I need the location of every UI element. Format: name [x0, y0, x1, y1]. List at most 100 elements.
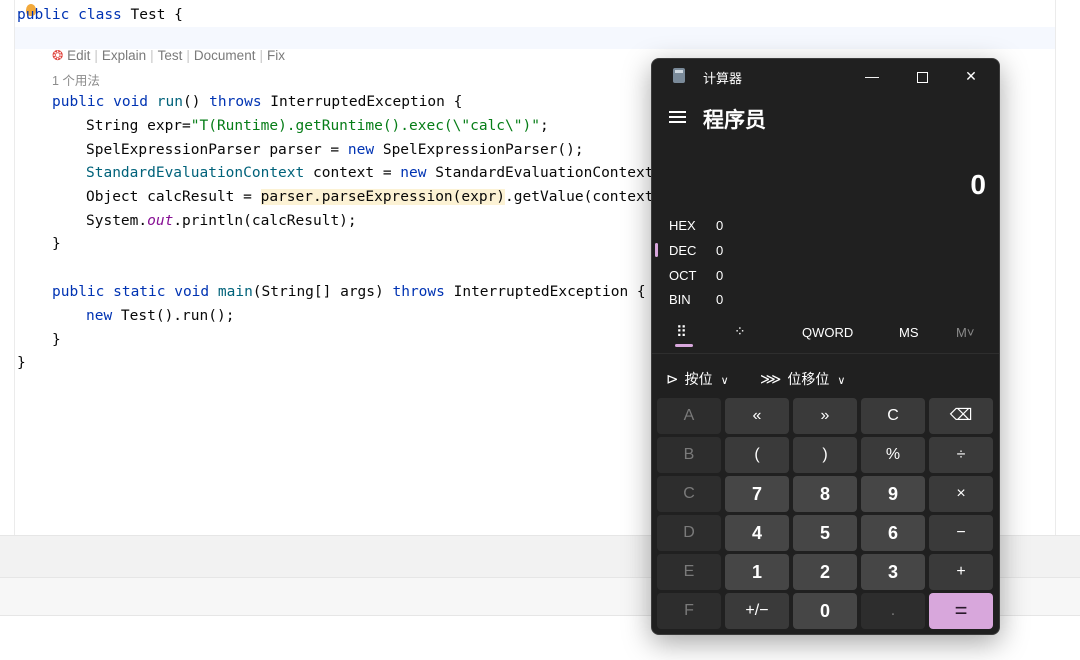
key-5[interactable]: 5: [793, 515, 857, 551]
code-text: SpelExpressionParser parser =: [86, 142, 348, 158]
key-hex-b[interactable]: B: [657, 437, 721, 473]
key-divide[interactable]: ÷: [929, 437, 993, 473]
code-line-close-class[interactable]: }: [17, 353, 26, 373]
code-text: Test().run();: [112, 308, 235, 324]
bitwise-dropdown[interactable]: ⊳ 按位 ∨: [666, 369, 729, 389]
radix-dec-label[interactable]: DEC: [669, 243, 696, 258]
radix-dec-value: 0: [716, 243, 724, 258]
type-name: StandardEvaluationContext: [86, 165, 305, 181]
bit-toggle-keypad-icon[interactable]: ⁘: [734, 323, 746, 340]
bitshift-dropdown[interactable]: ⋙ 位移位 ∨: [760, 369, 845, 389]
key-hex-d[interactable]: D: [657, 515, 721, 551]
chevron-down-icon: ∨: [837, 375, 846, 387]
active-radix-indicator: [655, 243, 658, 257]
key-2[interactable]: 2: [793, 554, 857, 590]
key-add[interactable]: +: [929, 554, 993, 590]
key-equals[interactable]: =: [929, 593, 993, 629]
hint-test[interactable]: Test: [158, 48, 183, 63]
code-text: SpelExpressionParser();: [374, 142, 584, 158]
key-hex-c[interactable]: C: [657, 476, 721, 512]
string-literal: "T(Runtime).getRuntime().exec(\"calc\")": [190, 118, 540, 134]
key-close-paren[interactable]: ): [793, 437, 857, 473]
code-line-parser[interactable]: SpelExpressionParser parser = new SpelEx…: [86, 140, 584, 160]
code-line-class-decl[interactable]: public class Test {: [17, 5, 183, 25]
code-line-expr[interactable]: String expr="T(Runtime).getRuntime().exe…: [86, 116, 549, 136]
keyword-new: new: [86, 308, 113, 324]
key-clear[interactable]: C: [861, 398, 925, 434]
radix-hex-value: 0: [716, 218, 724, 233]
code-text: context =: [304, 165, 401, 181]
hamburger-menu-icon[interactable]: [669, 111, 686, 123]
key-1[interactable]: 1: [725, 554, 789, 590]
code-line-run-signature[interactable]: public void run() throws InterruptedExce…: [52, 92, 462, 112]
hint-fix[interactable]: Fix: [267, 48, 285, 63]
maximize-icon: [916, 71, 928, 83]
key-open-paren[interactable]: (: [725, 437, 789, 473]
code-text: .getValue(context: [505, 189, 654, 205]
radix-bin-value: 0: [716, 292, 724, 307]
close-button[interactable]: ✕: [948, 61, 994, 91]
radix-bin-label[interactable]: BIN: [669, 292, 691, 307]
hint-explain[interactable]: Explain: [102, 48, 146, 63]
code-text: .println(calcResult);: [173, 213, 357, 229]
highlighted-expression: parser.parseExpression(expr): [260, 189, 506, 205]
calculator-display: 0: [970, 169, 986, 200]
memory-store-button[interactable]: MS: [899, 325, 919, 340]
keyword-throws: throws: [392, 284, 445, 300]
word-size-button[interactable]: QWORD: [802, 325, 853, 340]
hint-separator: |: [259, 48, 263, 63]
calculator-window[interactable]: 计算器 — ✕ 程序员 0 HEX 0 DEC 0 OCT 0 BIN 0 ⠿ …: [651, 58, 1000, 635]
code-text: StandardEvaluationContext: [426, 165, 654, 181]
code-line-context[interactable]: StandardEvaluationContext context = new …: [86, 163, 653, 183]
divider: [652, 353, 999, 354]
key-subtract[interactable]: −: [929, 515, 993, 551]
key-8[interactable]: 8: [793, 476, 857, 512]
full-keypad-icon[interactable]: ⠿: [676, 323, 687, 341]
static-field: out: [147, 213, 174, 229]
key-0[interactable]: 0: [793, 593, 857, 629]
ai-assistant-icon: ❂: [52, 48, 68, 63]
key-shift-right[interactable]: »: [793, 398, 857, 434]
calculator-app-icon: [673, 68, 685, 83]
radix-oct-label[interactable]: OCT: [669, 268, 696, 283]
keyword-class: class: [78, 7, 122, 23]
code-line-print[interactable]: System.out.println(calcResult);: [86, 211, 357, 231]
hint-separator: |: [186, 48, 190, 63]
chevron-down-icon: ∨: [720, 375, 729, 387]
calculator-titlebar[interactable]: 计算器 — ✕: [652, 59, 999, 93]
maximize-button[interactable]: [899, 61, 945, 91]
gutter-divider: [14, 0, 15, 535]
selected-tab-indicator: [675, 344, 693, 347]
code-line-close-main[interactable]: }: [52, 330, 61, 350]
key-negate[interactable]: +/−: [725, 593, 789, 629]
key-3[interactable]: 3: [861, 554, 925, 590]
code-line-new-test[interactable]: new Test().run();: [86, 306, 234, 326]
minimize-button[interactable]: —: [849, 61, 895, 91]
code-text: String expr=: [86, 118, 191, 134]
memory-view-button[interactable]: M˅: [956, 325, 974, 340]
key-backspace[interactable]: ⌫: [929, 398, 993, 434]
key-multiply[interactable]: ×: [929, 476, 993, 512]
key-hex-e[interactable]: E: [657, 554, 721, 590]
code-line-result[interactable]: Object calcResult = parser.parseExpressi…: [86, 187, 653, 207]
keyword-public: public: [17, 7, 70, 23]
hint-separator: |: [150, 48, 154, 63]
key-hex-f[interactable]: F: [657, 593, 721, 629]
code-line-close-run[interactable]: }: [52, 234, 61, 254]
key-shift-left[interactable]: «: [725, 398, 789, 434]
key-9[interactable]: 9: [861, 476, 925, 512]
key-4[interactable]: 4: [725, 515, 789, 551]
usages-hint[interactable]: 1 个用法: [52, 70, 100, 89]
key-7[interactable]: 7: [725, 476, 789, 512]
key-decimal[interactable]: .: [861, 593, 925, 629]
keywords: public void: [52, 94, 157, 110]
code-line-main-signature[interactable]: public static void main(String[] args) t…: [52, 282, 646, 302]
radix-hex-label[interactable]: HEX: [669, 218, 696, 233]
key-6[interactable]: 6: [861, 515, 925, 551]
hint-edit[interactable]: Edit: [67, 48, 90, 63]
keyword-throws: throws: [209, 94, 262, 110]
hint-document[interactable]: Document: [194, 48, 256, 63]
key-modulo[interactable]: %: [861, 437, 925, 473]
key-hex-a[interactable]: A: [657, 398, 721, 434]
